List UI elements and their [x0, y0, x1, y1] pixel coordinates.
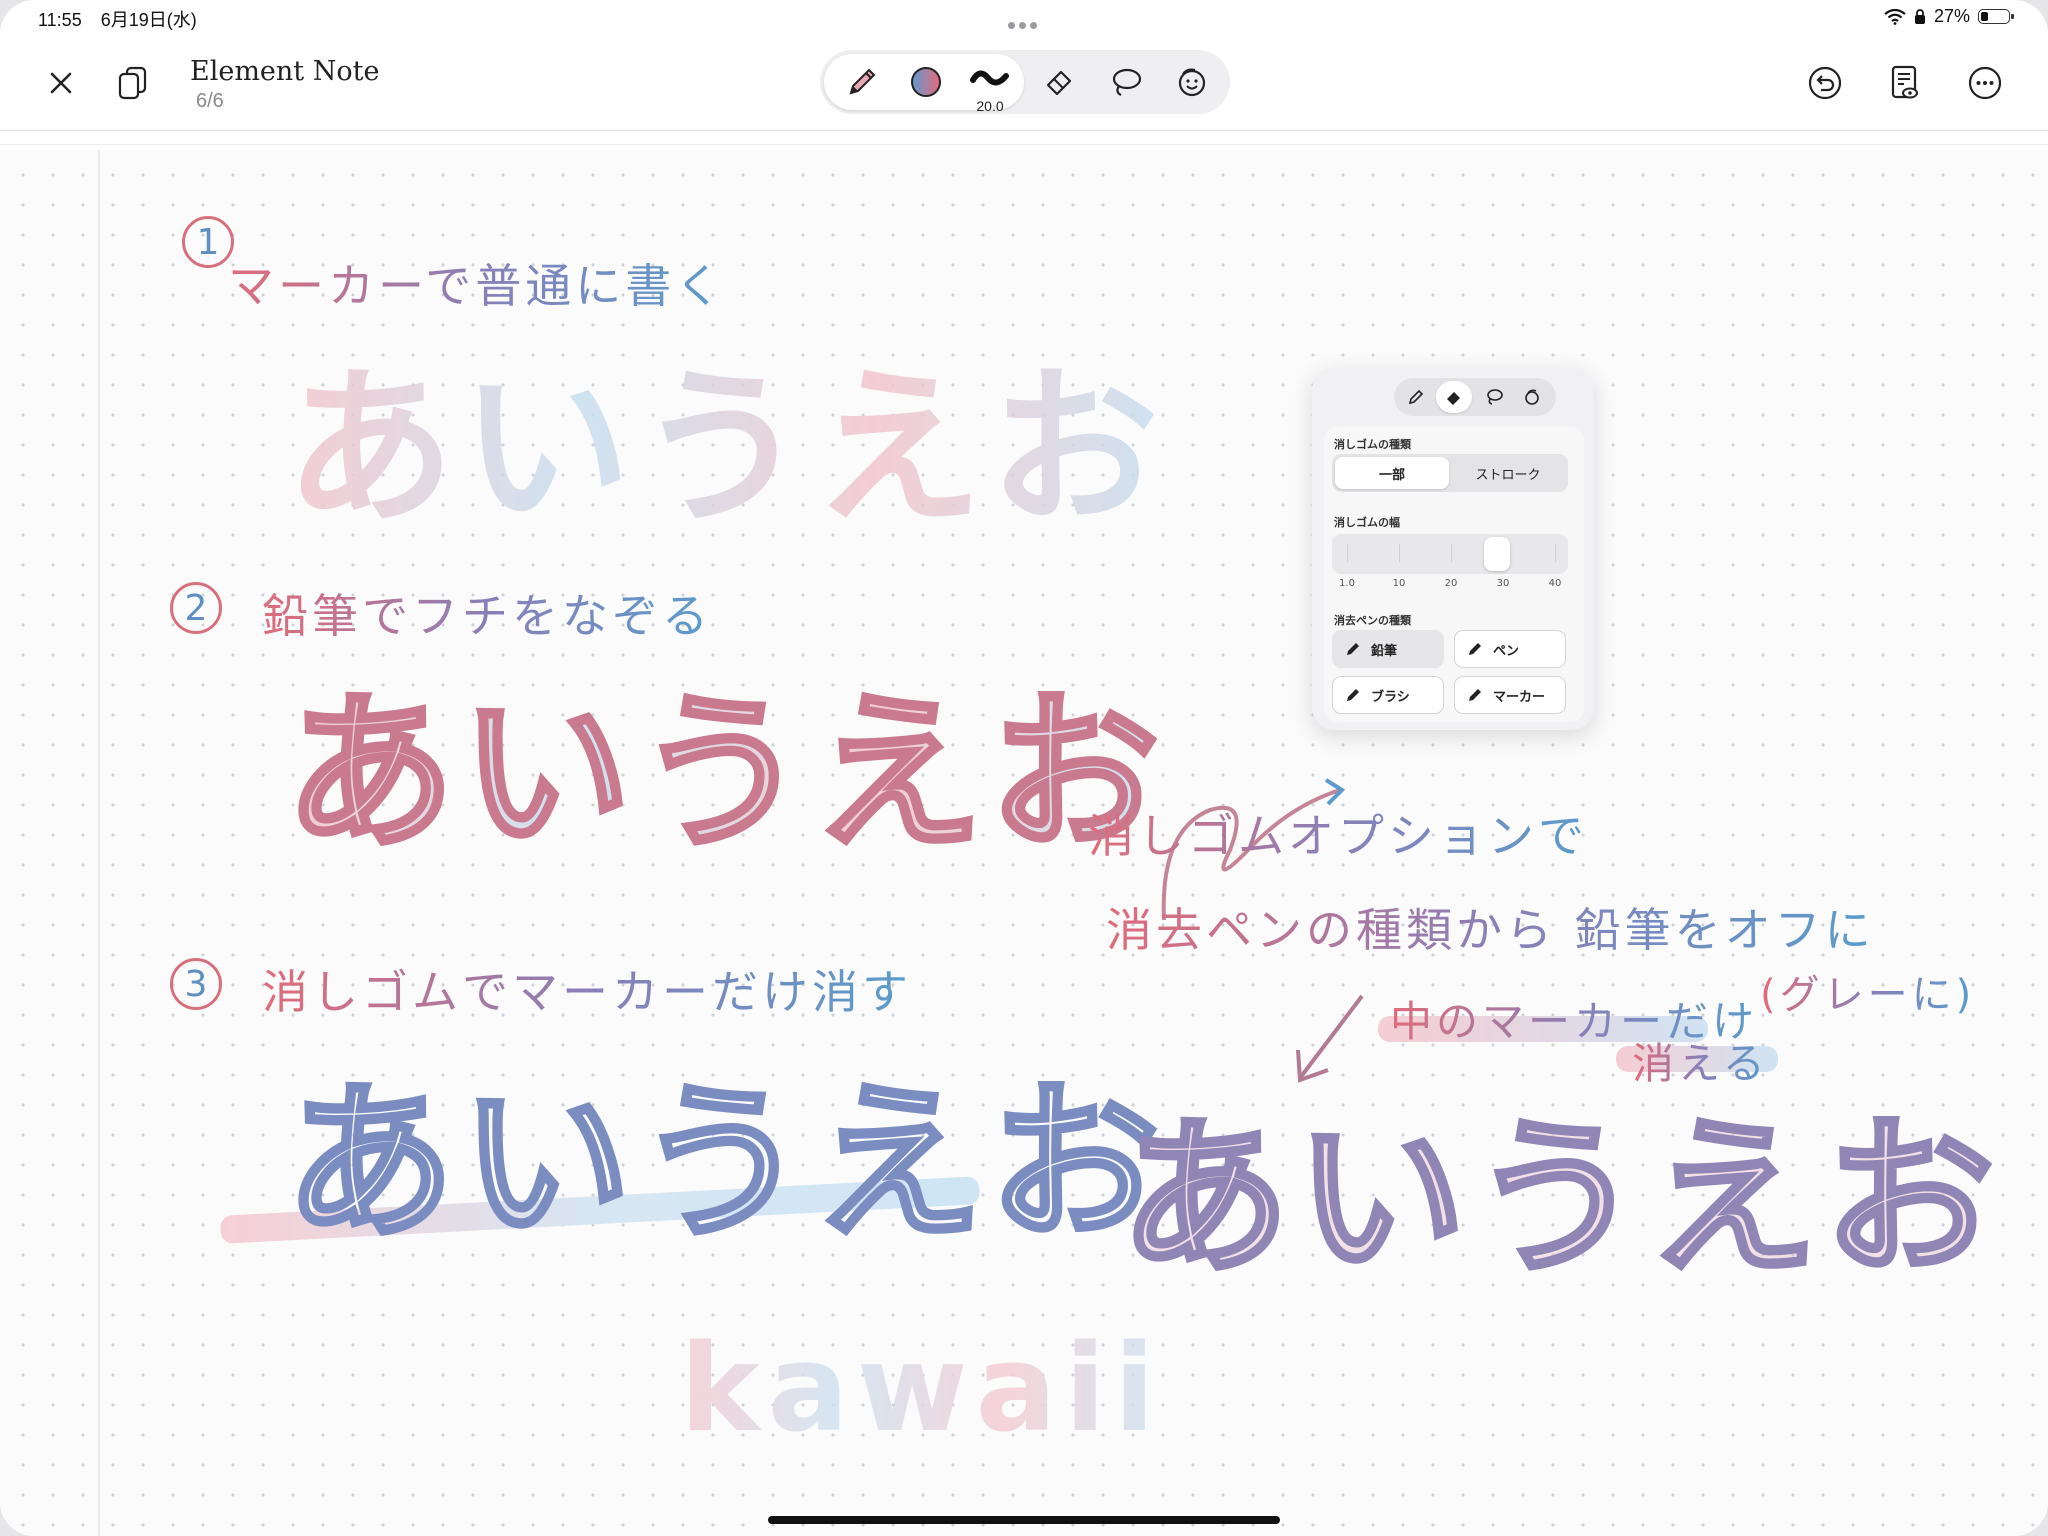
popover-pencil-icon[interactable] [1398, 381, 1434, 413]
step-3-number: 3 [170, 958, 222, 1010]
step-1-text: マーカーで普通に書く [228, 250, 725, 316]
document-title[interactable]: Element Note [190, 56, 379, 87]
pen-type-pencil[interactable]: 鉛筆 [1332, 630, 1444, 668]
eraser-pen-type-label: 消去ペンの種類 [1334, 614, 1411, 627]
pen-type-brush[interactable]: ブラシ [1332, 676, 1444, 714]
eraser-type-stroke[interactable]: ストローク [1451, 457, 1565, 489]
color-swatch[interactable] [898, 54, 954, 110]
pen-type-label: マーカー [1493, 689, 1546, 705]
option-line-1: 消しゴムオプションで [1088, 800, 1588, 866]
note-canvas[interactable]: 1 マーカーで普通に書く あいうえお 2 鉛筆でフチをなぞる あいうえお あいう… [0, 150, 2048, 1536]
undo-icon[interactable] [1798, 56, 1852, 110]
pencil-icon[interactable] [834, 54, 890, 110]
eraser-icon[interactable] [1032, 54, 1088, 110]
multitask-dots-icon[interactable] [1008, 14, 1042, 29]
page-indicator: 6/6 [196, 90, 224, 112]
eraser-width-tick-labels: 1.0 10 20 30 40 [1332, 578, 1568, 592]
step-3-text: 消しゴムでマーカーだけ消す [262, 956, 912, 1022]
page-margin-line [98, 150, 100, 1536]
pen-type-label: 鉛筆 [1371, 643, 1398, 659]
pen-type-label: ペン [1493, 643, 1520, 659]
pages-icon[interactable] [106, 56, 160, 110]
width-tick-label: 20 [1444, 578, 1458, 589]
eraser-width-thumb[interactable] [1484, 537, 1510, 571]
header-divider [0, 130, 2048, 131]
status-bar: 11:55 6月19日(水) 27% [0, 0, 2048, 36]
kawaii-text: kawaii [680, 1320, 1163, 1459]
width-tick-label: 10 [1392, 578, 1406, 589]
popover-body: 消しゴムの種類 一部 ストローク 消しゴムの幅 1.0 10 20 30 40 [1324, 426, 1584, 722]
option-gray-note: (グレーに) [1760, 962, 1975, 1020]
pen-icon [1469, 643, 1481, 655]
pen-type-marker[interactable]: マーカー [1454, 676, 1566, 714]
sticker-icon[interactable] [1164, 54, 1220, 110]
status-date: 6月19日(水) [100, 10, 197, 30]
eraser-options-popover: 消しゴムの種類 一部 ストローク 消しゴムの幅 1.0 10 20 30 40 [1312, 368, 1594, 730]
ipad-screen: 11:55 6月19日(水) 27% Element Note 6/6 20.0… [0, 0, 2048, 1536]
eraser-type-label: 消しゴムの種類 [1334, 438, 1411, 451]
eraser-type-segmented: 一部 ストローク [1332, 454, 1568, 492]
status-time: 11:55 [38, 10, 82, 30]
lasso-icon[interactable] [1098, 54, 1154, 110]
hiragana-marker-plain: あいうえお [285, 310, 1165, 556]
lock-rotation-icon [1914, 8, 1925, 24]
popover-lasso-icon[interactable] [1476, 381, 1512, 413]
popover-tool-tabs [1394, 378, 1556, 416]
top-toolbar: Element Note 6/6 20.0 [0, 36, 2048, 130]
marker-icon [1469, 689, 1481, 701]
status-time-date: 11:55 6月19日(水) [38, 6, 211, 32]
pen-type-pen[interactable]: ペン [1454, 630, 1566, 668]
close-icon[interactable] [34, 56, 88, 110]
hiragana-outline-erased: あいうえお [282, 1063, 1166, 1266]
battery-icon [1978, 9, 2014, 24]
hiragana-pencil-outline: あいうえお [282, 673, 1166, 876]
pencil-icon [1347, 643, 1359, 655]
hiragana-result: あいうえお [1117, 1098, 2001, 1301]
step-1-number: 1 [182, 216, 234, 268]
drawing-tools: 20.0 [820, 50, 1230, 114]
brush-icon [1347, 689, 1359, 701]
step-2-number: 2 [170, 582, 222, 634]
width-tick-label: 1.0 [1339, 578, 1355, 589]
width-tick-label: 30 [1496, 578, 1510, 589]
status-indicators: 27% [1884, 6, 2014, 27]
home-indicator[interactable] [768, 1516, 1280, 1524]
eraser-width-slider[interactable] [1332, 534, 1568, 574]
reader-icon[interactable] [1878, 56, 1932, 110]
brush-size-label: 20.0 [976, 98, 1004, 114]
wifi-icon [1884, 8, 1906, 25]
pen-type-label: ブラシ [1371, 689, 1410, 705]
popover-eraser-icon[interactable] [1436, 381, 1472, 413]
option-line-2: 消去ペンの種類から 鉛筆をオフに [1106, 894, 1875, 960]
width-tick-label: 40 [1548, 578, 1562, 589]
eraser-type-partial[interactable]: 一部 [1335, 457, 1449, 489]
battery-percent: 27% [1933, 6, 1970, 26]
eraser-width-label: 消しゴムの幅 [1334, 516, 1400, 529]
ruler-divider [0, 144, 2048, 145]
more-icon[interactable] [1958, 56, 2012, 110]
popover-sticker-icon[interactable] [1514, 381, 1550, 413]
